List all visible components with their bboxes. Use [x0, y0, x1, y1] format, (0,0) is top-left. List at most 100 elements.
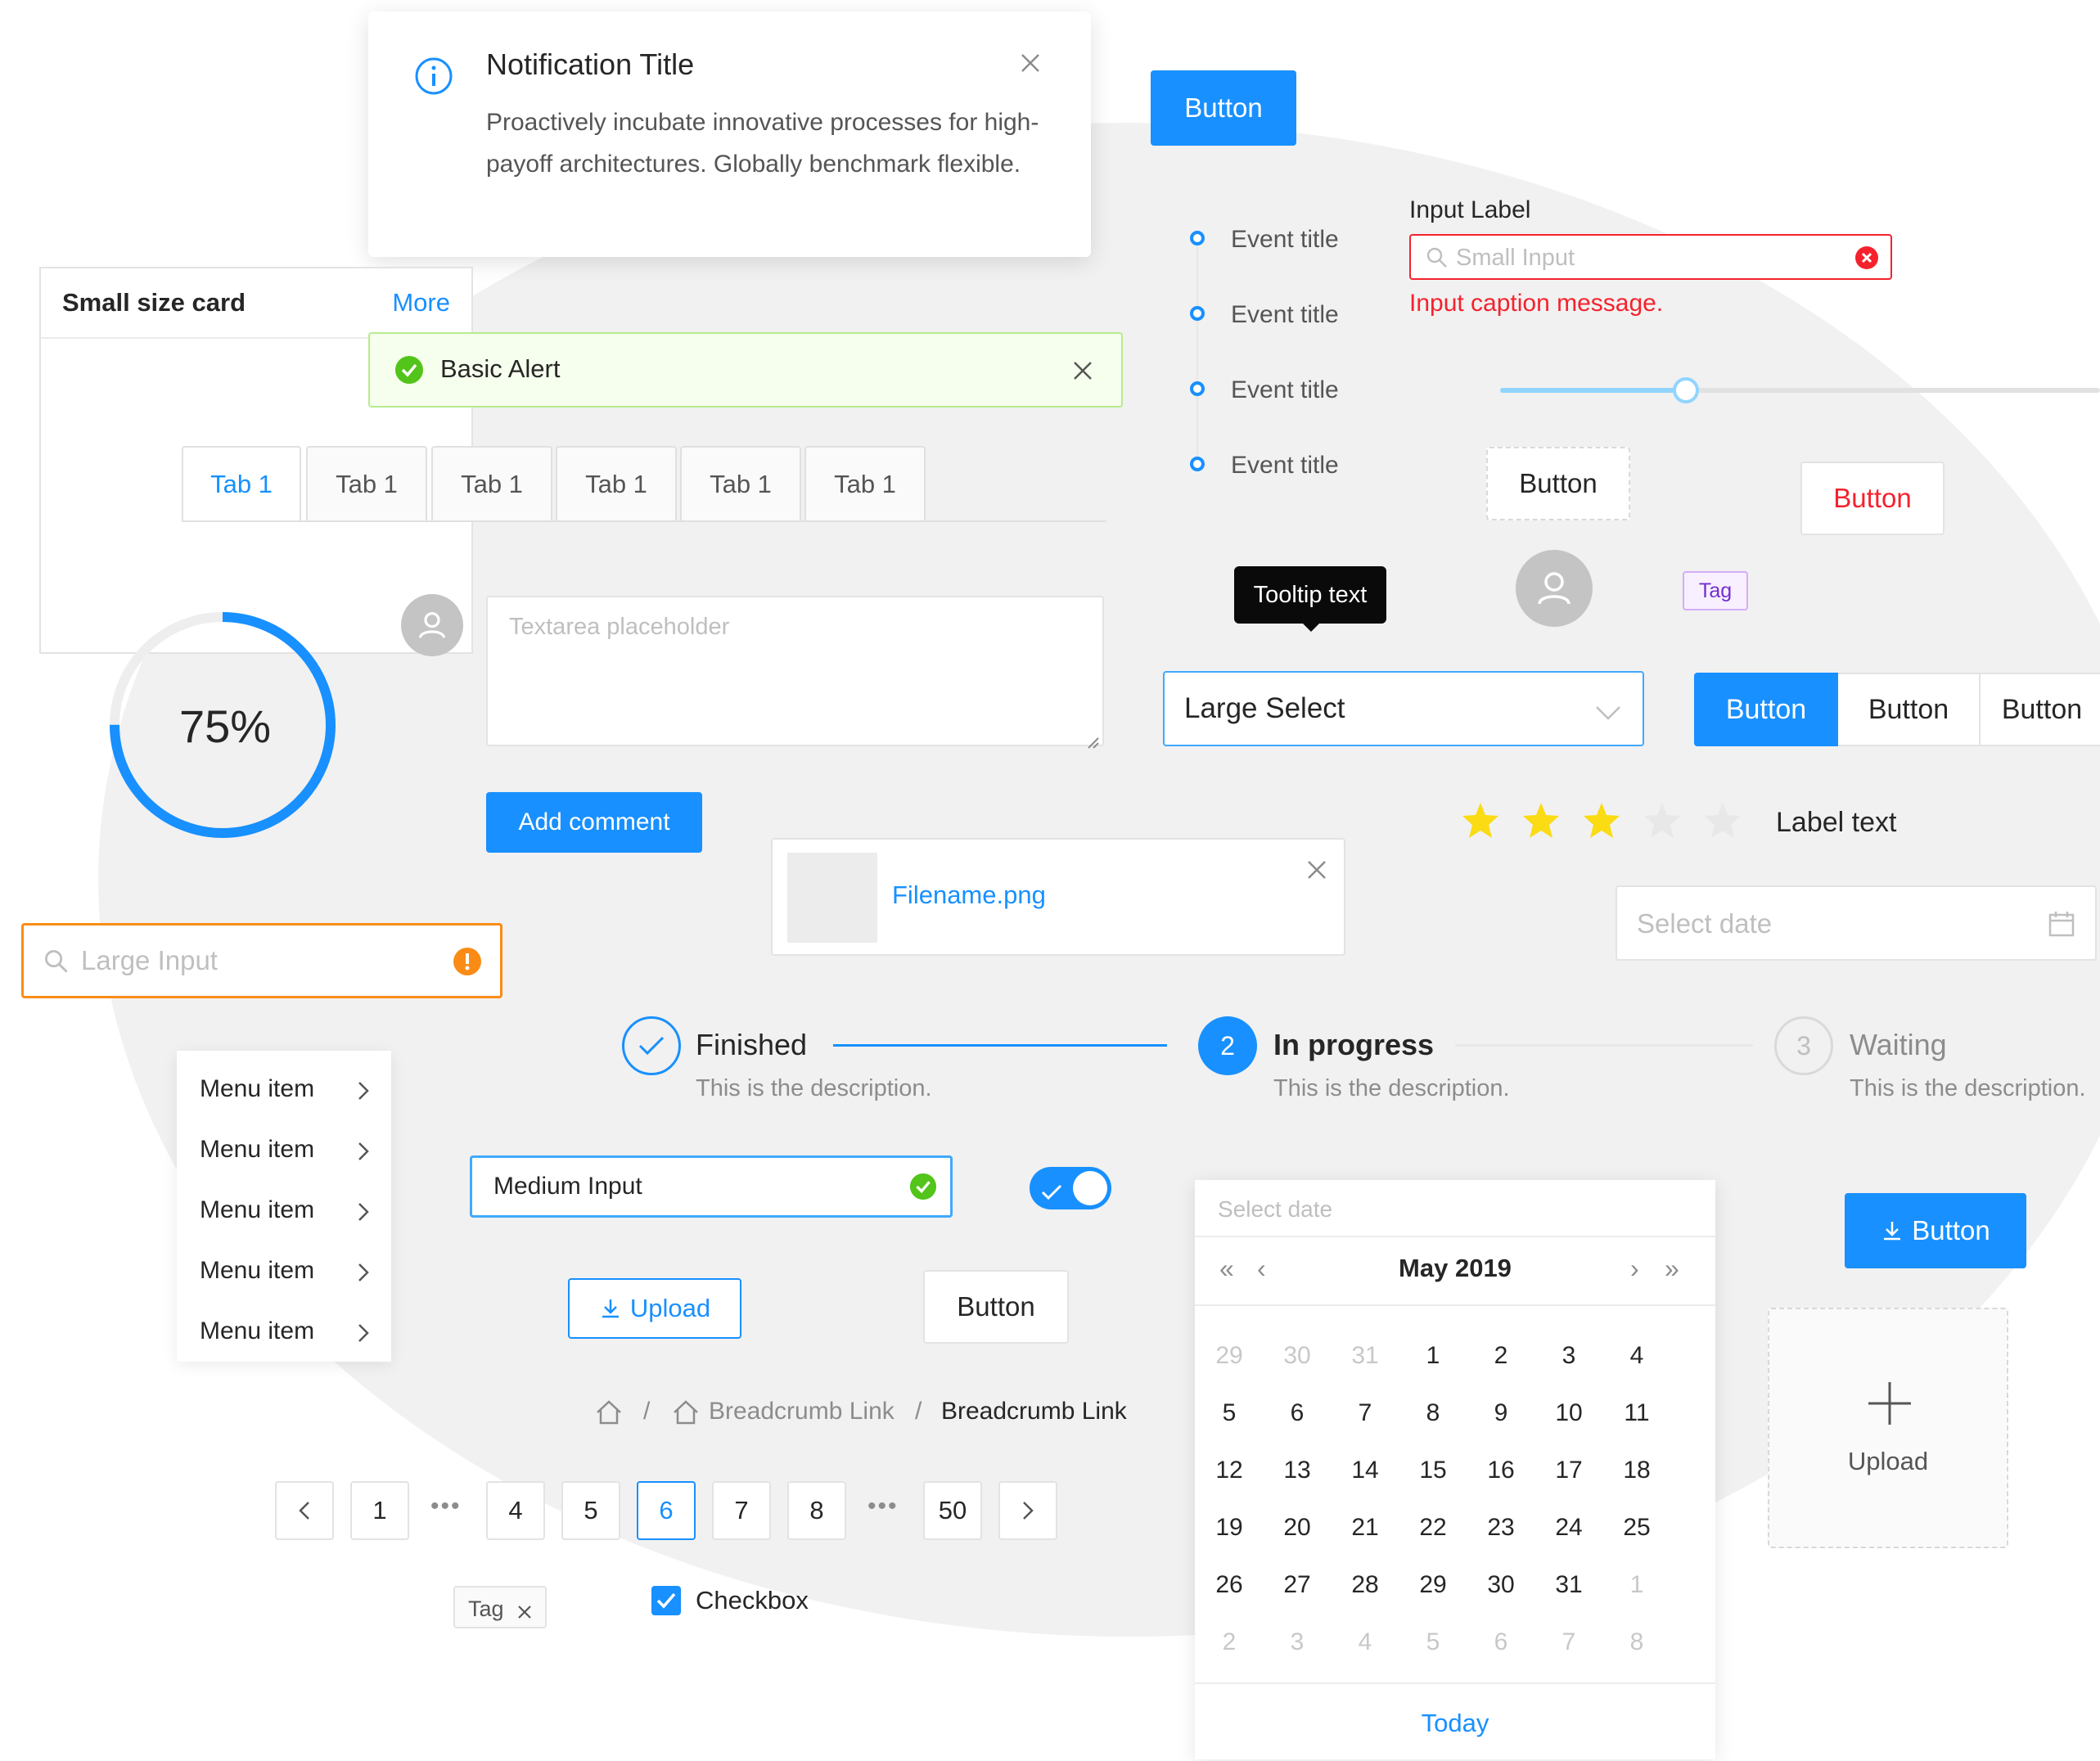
double-chevron-right-icon[interactable]: » [1665, 1254, 1679, 1284]
slider-handle[interactable] [1673, 377, 1700, 403]
comment-textarea[interactable]: Textarea placeholder [486, 596, 1104, 749]
tab-4[interactable]: Tab 1 [556, 446, 677, 521]
page-button[interactable]: 5 [561, 1481, 620, 1540]
dashed-button[interactable]: Button [1486, 447, 1630, 520]
calendar-day[interactable]: 31 [1341, 1342, 1390, 1370]
calendar-day[interactable]: 7 [1341, 1399, 1390, 1427]
calendar-day[interactable]: 30 [1273, 1342, 1322, 1370]
page-button[interactable]: 4 [486, 1481, 545, 1540]
star-icon[interactable] [1702, 800, 1743, 848]
calendar-day[interactable]: 2 [1205, 1628, 1254, 1656]
close-icon[interactable] [517, 1600, 532, 1625]
calendar-day[interactable]: 21 [1341, 1514, 1390, 1542]
calendar-day[interactable]: 10 [1544, 1399, 1593, 1427]
prev-page-button[interactable] [275, 1481, 334, 1540]
calendar-day[interactable]: 6 [1476, 1628, 1525, 1656]
home-icon[interactable] [594, 1398, 624, 1434]
calendar-input[interactable]: Select date [1195, 1180, 1715, 1237]
add-comment-button[interactable]: Add comment [486, 792, 702, 853]
medium-input[interactable]: Medium Input [470, 1155, 953, 1218]
radio-button-2[interactable]: Button [1838, 673, 1981, 746]
breadcrumb-current[interactable]: Breadcrumb Link [941, 1398, 1127, 1425]
calendar-day[interactable]: 3 [1273, 1628, 1322, 1656]
calendar-day[interactable]: 18 [1612, 1457, 1661, 1484]
radio-button-1[interactable]: Button [1694, 673, 1838, 746]
danger-button[interactable]: Button [1800, 462, 1945, 535]
calendar-day[interactable]: 1 [1408, 1342, 1458, 1370]
upload-button[interactable]: Upload [568, 1278, 741, 1339]
page-button-current[interactable]: 6 [637, 1481, 696, 1540]
card-more-link[interactable]: More [392, 288, 450, 318]
calendar-day[interactable]: 25 [1612, 1514, 1661, 1542]
small-input[interactable]: Small Input [1409, 234, 1892, 280]
calendar-day[interactable]: 15 [1408, 1457, 1458, 1484]
calendar-day[interactable]: 11 [1612, 1399, 1661, 1427]
page-button[interactable]: 7 [712, 1481, 771, 1540]
page-button[interactable]: 50 [923, 1481, 982, 1540]
calendar-day[interactable]: 8 [1408, 1399, 1458, 1427]
calendar-day[interactable]: 23 [1476, 1514, 1525, 1542]
calendar-day[interactable]: 3 [1544, 1342, 1593, 1370]
calendar-day[interactable]: 31 [1544, 1571, 1593, 1599]
tab-2[interactable]: Tab 1 [306, 446, 427, 521]
ellipsis-icon[interactable]: ••• [430, 1493, 462, 1520]
calendar-day[interactable]: 7 [1544, 1628, 1593, 1656]
calendar-day[interactable]: 6 [1273, 1399, 1322, 1427]
calendar-day[interactable]: 28 [1341, 1571, 1390, 1599]
calendar-day[interactable]: 5 [1408, 1628, 1458, 1656]
resize-handle-icon[interactable] [1085, 727, 1100, 756]
calendar-day[interactable]: 4 [1612, 1342, 1661, 1370]
tab-6[interactable]: Tab 1 [804, 446, 926, 521]
checkbox[interactable] [651, 1586, 681, 1615]
primary-download-button[interactable]: Button [1845, 1193, 2026, 1268]
calendar-day[interactable]: 26 [1205, 1571, 1254, 1599]
default-button[interactable]: Button [923, 1270, 1069, 1344]
calendar-day[interactable]: 29 [1408, 1571, 1458, 1599]
close-icon[interactable] [1306, 858, 1327, 887]
calendar-day[interactable]: 8 [1612, 1628, 1661, 1656]
tab-5[interactable]: Tab 1 [680, 446, 801, 521]
calendar-day[interactable]: 9 [1476, 1399, 1525, 1427]
calendar-day[interactable]: 12 [1205, 1457, 1254, 1484]
file-name-link[interactable]: Filename.png [892, 880, 1046, 910]
tab-3[interactable]: Tab 1 [431, 446, 552, 521]
large-select[interactable]: Large Select [1163, 671, 1644, 746]
today-link[interactable]: Today [1195, 1709, 1715, 1738]
step-in-progress-circle: 2 [1198, 1016, 1257, 1075]
page-button[interactable]: 1 [350, 1481, 409, 1540]
toggle-switch[interactable] [1030, 1167, 1111, 1209]
radio-button-3[interactable]: Button [1981, 673, 2100, 746]
next-page-button[interactable] [998, 1481, 1057, 1540]
calendar-day[interactable]: 5 [1205, 1399, 1254, 1427]
tooltip: Tooltip text [1234, 566, 1386, 624]
calendar-day[interactable]: 4 [1341, 1628, 1390, 1656]
calendar-day[interactable]: 30 [1476, 1571, 1525, 1599]
calendar-day[interactable]: 14 [1341, 1457, 1390, 1484]
calendar-day[interactable]: 22 [1408, 1514, 1458, 1542]
calendar-day[interactable]: 2 [1476, 1342, 1525, 1370]
primary-button[interactable]: Button [1151, 70, 1296, 146]
calendar-day[interactable]: 29 [1205, 1342, 1254, 1370]
page-button[interactable]: 8 [787, 1481, 846, 1540]
star-icon[interactable] [1581, 800, 1622, 848]
calendar-day[interactable]: 27 [1273, 1571, 1322, 1599]
star-icon[interactable] [1642, 800, 1683, 848]
breadcrumb-link[interactable]: Breadcrumb Link [709, 1398, 895, 1425]
star-icon[interactable] [1521, 800, 1561, 848]
calendar-day[interactable]: 17 [1544, 1457, 1593, 1484]
calendar-day[interactable]: 16 [1476, 1457, 1525, 1484]
ellipsis-icon[interactable]: ••• [867, 1493, 899, 1520]
large-input[interactable]: Large Input [21, 923, 502, 998]
tab-1[interactable]: Tab 1 [182, 446, 301, 521]
calendar-day[interactable]: 24 [1544, 1514, 1593, 1542]
close-icon[interactable] [1072, 358, 1093, 388]
calendar-day[interactable]: 13 [1273, 1457, 1322, 1484]
calendar-day[interactable]: 20 [1273, 1514, 1322, 1542]
upload-dropzone[interactable]: Upload [1768, 1308, 2008, 1548]
close-icon[interactable] [1020, 51, 1041, 80]
chevron-right-icon[interactable]: › [1630, 1254, 1639, 1284]
calendar-day[interactable]: 1 [1612, 1571, 1661, 1599]
date-input[interactable]: Select date [1616, 885, 2097, 961]
calendar-day[interactable]: 19 [1205, 1514, 1254, 1542]
star-icon[interactable] [1460, 800, 1501, 848]
